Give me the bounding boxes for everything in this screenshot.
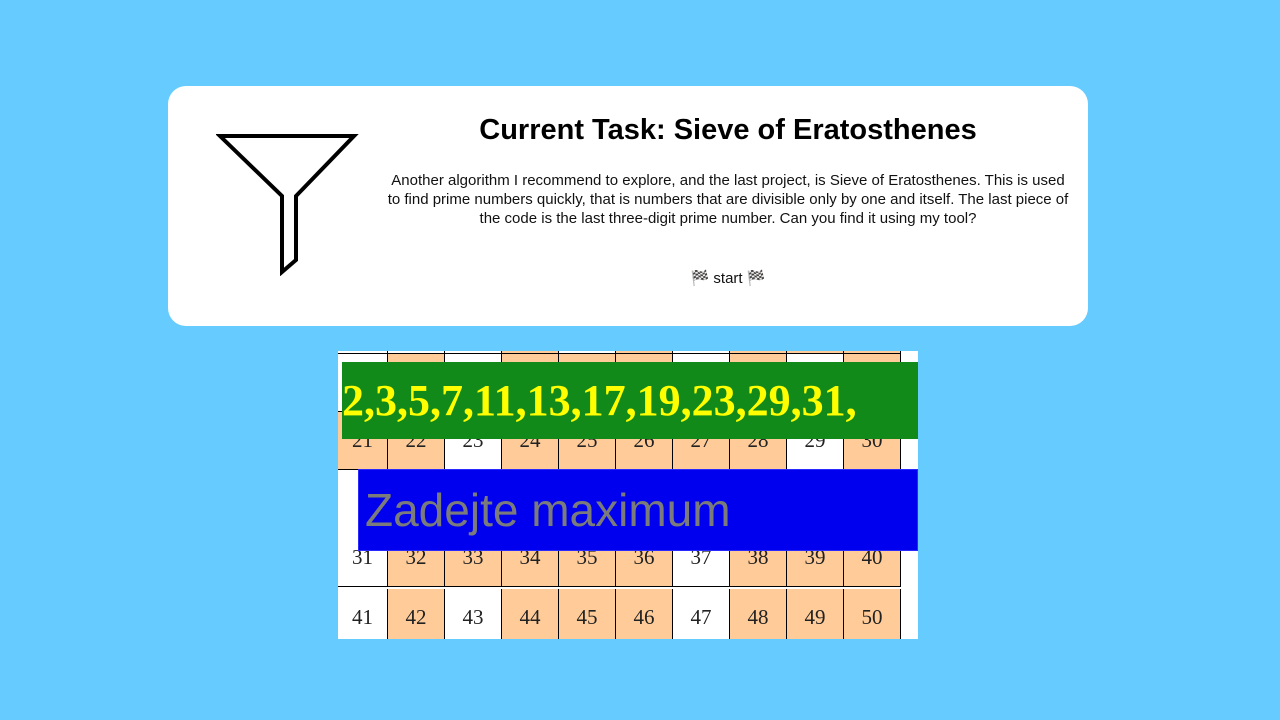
task-card: Current Task: Sieve of Eratosthenes Anot… (168, 86, 1088, 326)
start-button[interactable]: 🏁 start 🏁 (686, 269, 770, 287)
funnel-icon (216, 134, 359, 276)
grid-cell: 46 (616, 589, 673, 639)
primes-output: 2,3,5,7,11,13,17,19,23,29,31, (342, 362, 918, 439)
grid-cell: 49 (787, 589, 844, 639)
start-label: start (713, 270, 743, 287)
grid-cell: 48 (730, 589, 787, 639)
grid-cell: 42 (388, 589, 445, 639)
grid-cell: 43 (445, 589, 502, 639)
task-description: Another algorithm I recommend to explore… (387, 172, 1069, 227)
grid-cell: 47 (673, 589, 730, 639)
maximum-input[interactable] (358, 469, 918, 551)
checkered-flag-icon: 🏁 (746, 270, 766, 287)
checkered-flag-icon: 🏁 (690, 270, 710, 287)
grid-cell: 44 (502, 589, 559, 639)
sieve-tool-screenshot: 1234567891011121314151617181920212223242… (338, 351, 918, 639)
task-title: Current Task: Sieve of Eratosthenes (479, 114, 977, 146)
grid-cell: 50 (844, 589, 901, 639)
grid-cell: 41 (338, 589, 388, 639)
grid-row: 41 42 43 44 45 46 47 48 49 50 (338, 589, 901, 639)
grid-cell: 45 (559, 589, 616, 639)
